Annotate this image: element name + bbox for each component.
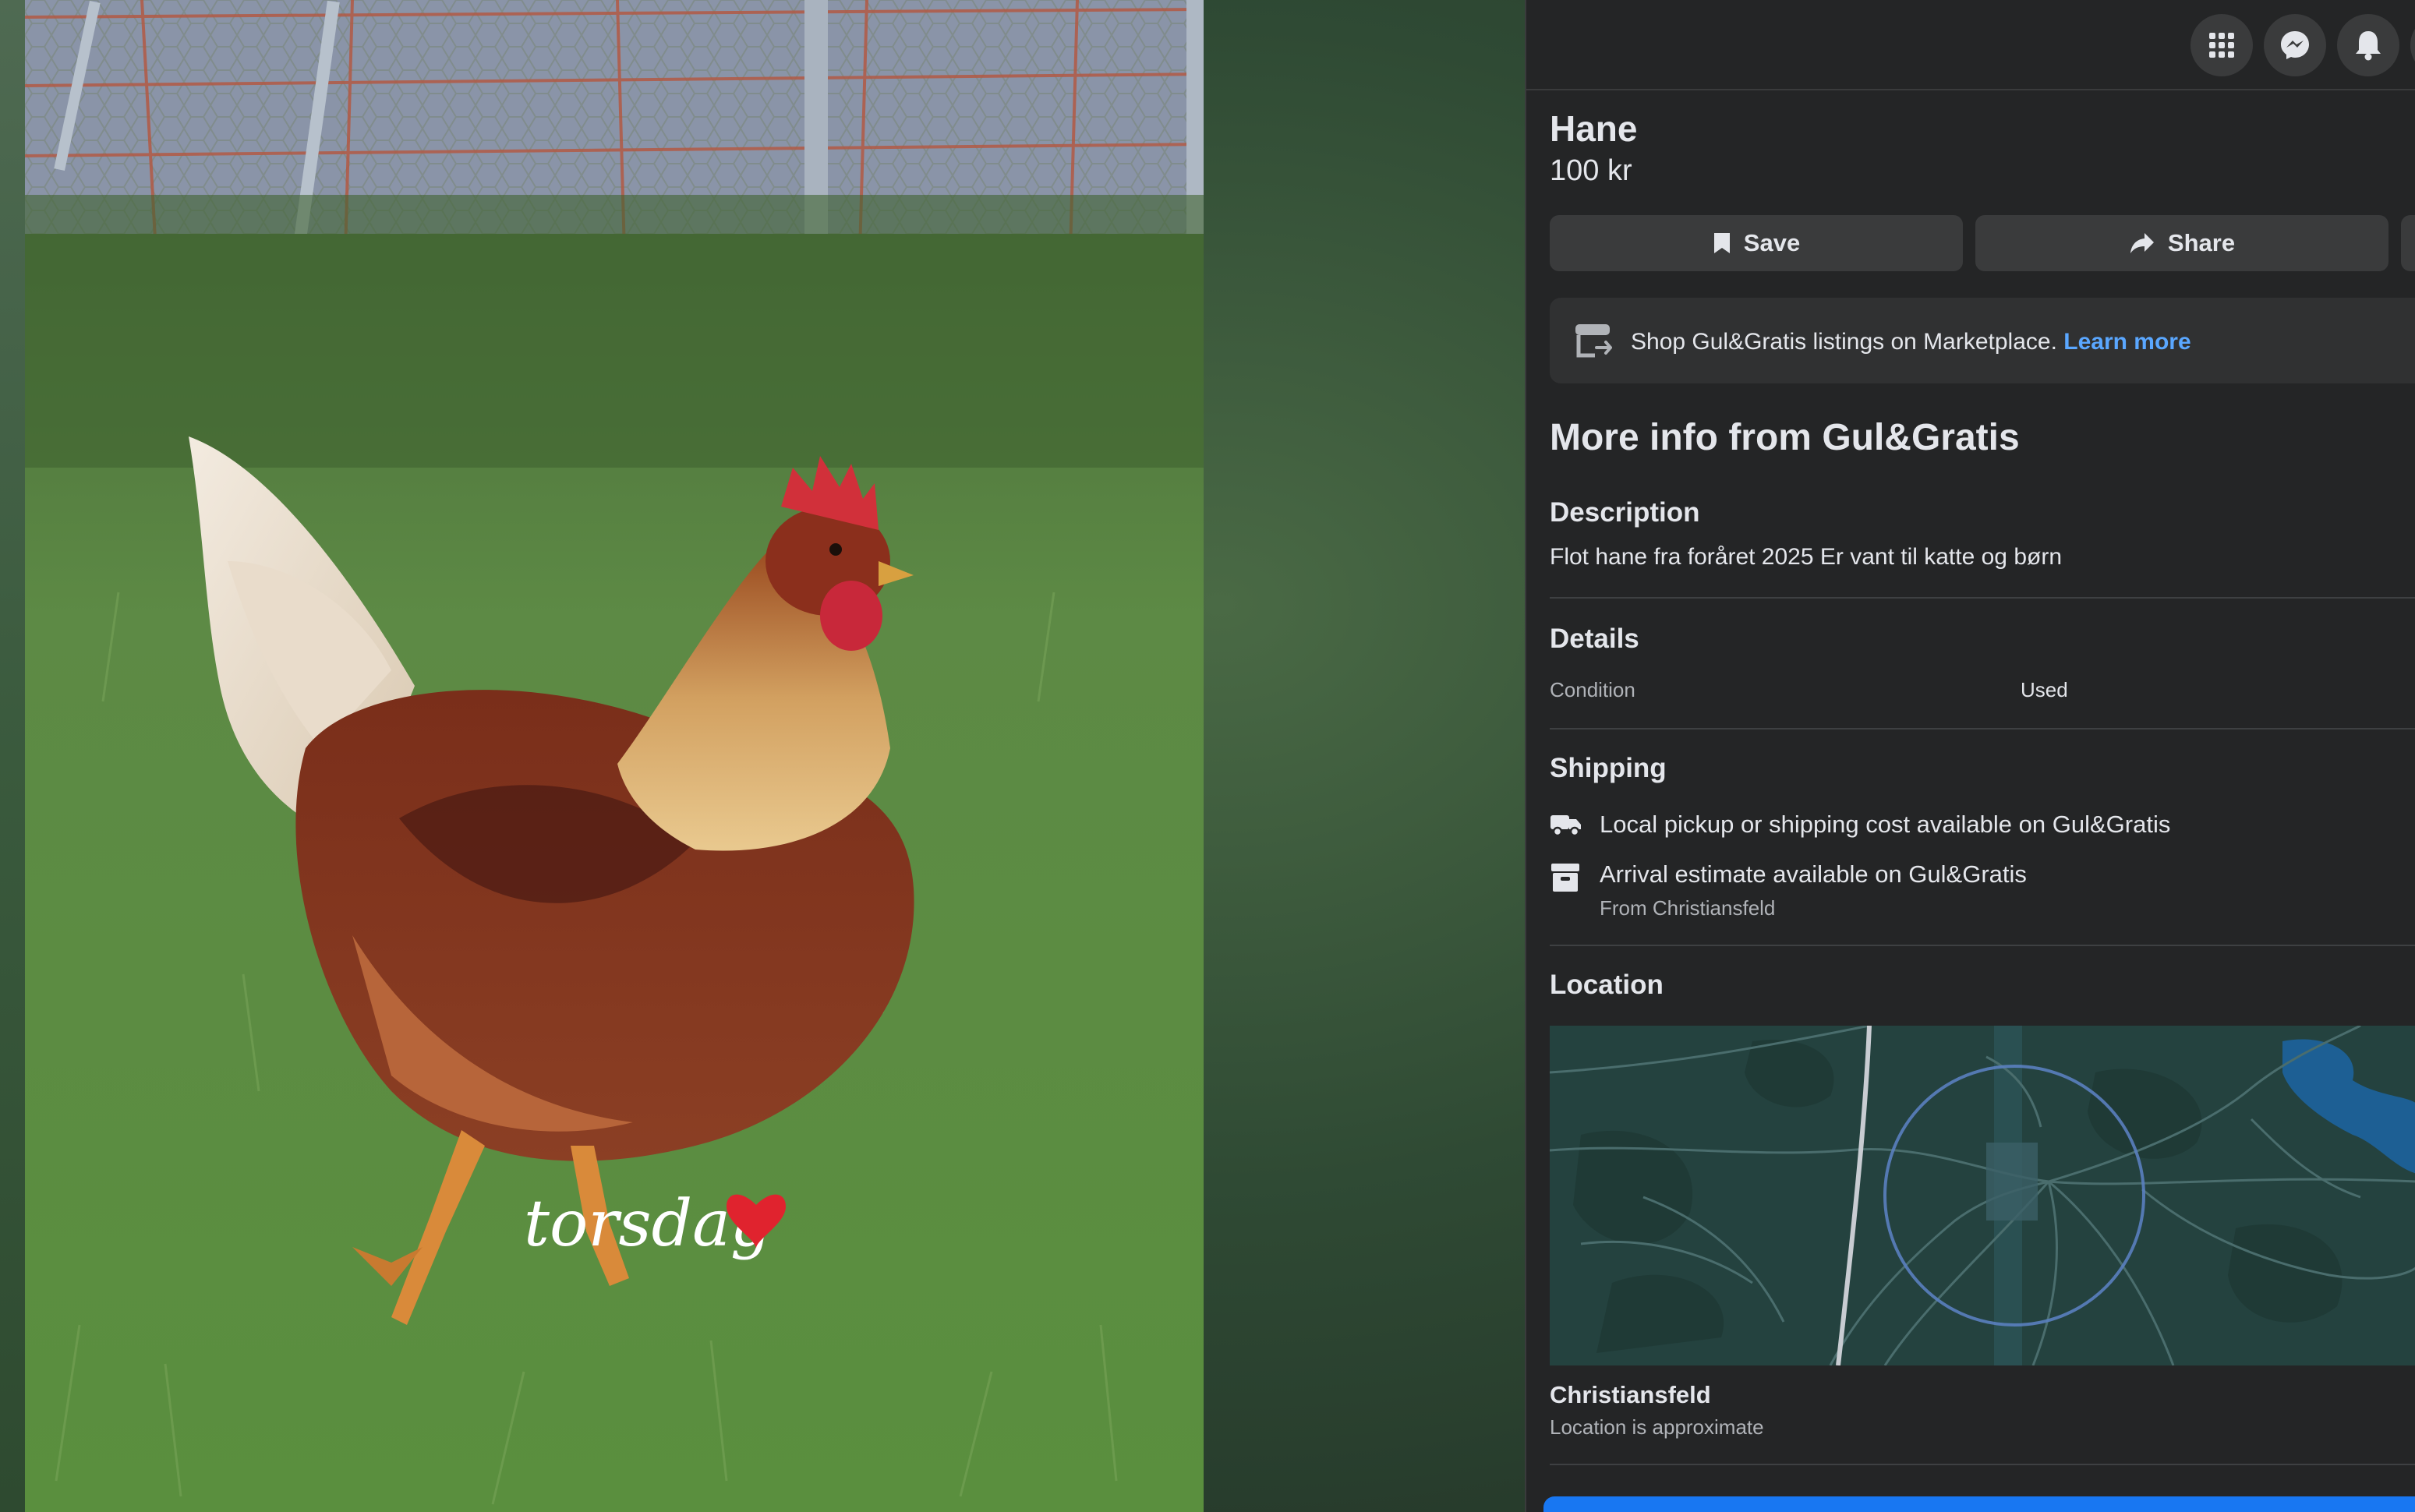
description-heading: Description bbox=[1550, 497, 1700, 528]
messenger-icon bbox=[2281, 31, 2309, 59]
listing-photo[interactable]: torsdag bbox=[25, 0, 1204, 1512]
shipping-item-text: Arrival estimate available on Gul&Gratis bbox=[1600, 860, 2027, 888]
location-heading: Location bbox=[1550, 970, 1664, 1000]
messenger-button[interactable] bbox=[2264, 14, 2326, 76]
apps-menu-button[interactable] bbox=[2190, 14, 2253, 76]
account-button[interactable] bbox=[2410, 14, 2415, 76]
section-divider bbox=[1550, 945, 2415, 946]
condition-label: Condition bbox=[1550, 678, 1635, 701]
section-divider bbox=[1550, 1464, 2415, 1465]
share-button[interactable]: Share bbox=[1975, 215, 2388, 271]
apps-grid-icon bbox=[2209, 33, 2234, 58]
shipping-item-subtext: From Christiansfeld bbox=[1600, 896, 1776, 920]
promo-text: Shop Gul&Gratis listings on Marketplace. bbox=[1631, 329, 2057, 355]
location-city: Christiansfeld bbox=[1550, 1381, 1711, 1408]
learn-more-link[interactable]: Learn more bbox=[2063, 329, 2190, 355]
shipping-item-text: Local pickup or shipping cost available … bbox=[1600, 811, 2171, 838]
condition-value: Used bbox=[2021, 678, 2068, 701]
section-divider bbox=[1550, 597, 2415, 599]
description-text: Flot hane fra foråret 2025 Er vant til k… bbox=[1550, 544, 2063, 570]
media-viewer: torsdag bbox=[0, 0, 1525, 1512]
bookmark-icon bbox=[1713, 233, 1730, 253]
listing-title: Hane bbox=[1550, 108, 1638, 149]
more-options-button[interactable] bbox=[2401, 215, 2415, 271]
share-button-label: Share bbox=[2167, 229, 2236, 256]
top-navigation-bar bbox=[1526, 0, 2415, 90]
listing-price: 100 kr bbox=[1550, 154, 1632, 187]
primary-action-button[interactable] bbox=[1543, 1496, 2415, 1512]
box-icon bbox=[1551, 864, 1579, 892]
storefront-icon bbox=[1575, 324, 1612, 358]
location-approximate-note: Location is approximate bbox=[1550, 1415, 1764, 1439]
notifications-bell-icon bbox=[2356, 31, 2381, 61]
marketplace-promo-banner: Shop Gul&Gratis listings on Marketplace.… bbox=[1550, 298, 2415, 383]
save-button[interactable]: Save bbox=[1550, 215, 1963, 271]
section-divider bbox=[1550, 728, 2415, 730]
location-map[interactable] bbox=[1550, 1026, 2415, 1365]
map-illustration bbox=[1550, 1026, 2415, 1365]
notifications-button[interactable] bbox=[2337, 14, 2399, 76]
save-button-label: Save bbox=[1743, 229, 1801, 256]
previous-image-blur bbox=[0, 0, 25, 1512]
promo-text-line: Shop Gul&Gratis listings on Marketplace.… bbox=[1631, 329, 2191, 355]
share-arrow-icon bbox=[2130, 233, 2154, 253]
shipping-heading: Shipping bbox=[1550, 753, 1667, 783]
details-heading: Details bbox=[1550, 624, 1639, 654]
rooster-photo-illustration: torsdag bbox=[25, 0, 1204, 1512]
listing-details-panel: Hane 100 kr Save Share Shop Gul&Gratis l… bbox=[1525, 0, 2415, 1512]
more-info-heading: More info from Gul&Gratis bbox=[1550, 417, 2020, 458]
truck-icon bbox=[1550, 815, 1581, 837]
